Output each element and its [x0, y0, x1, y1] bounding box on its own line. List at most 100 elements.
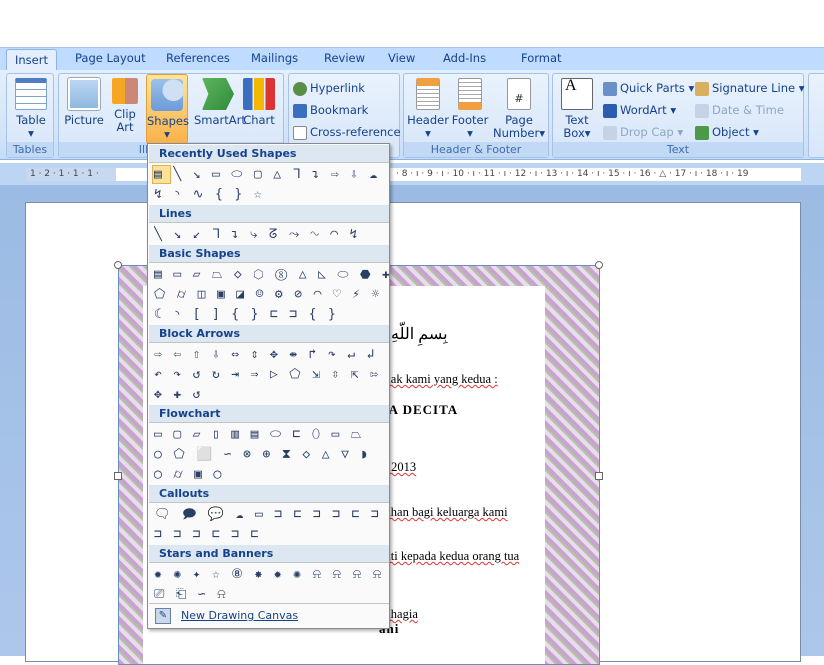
shape-row-icons[interactable]: ⇨⇦⇧⇩⇔⇕✥⇼↱↷↵↲: [154, 345, 389, 364]
quick-parts-button[interactable]: Quick Parts ▾: [603, 81, 694, 96]
bookmark-label: Bookmark: [310, 103, 369, 117]
footer-button[interactable]: Footer ▾: [450, 78, 490, 140]
tab-review[interactable]: Review: [324, 51, 365, 65]
smartart-icon: [202, 78, 234, 110]
tab-add-ins[interactable]: Add-Ins: [443, 51, 486, 65]
object-label: Object: [712, 125, 750, 139]
picture-label: Picture: [64, 113, 104, 127]
picture-button[interactable]: Picture: [63, 77, 105, 127]
date-time-label: Date & Time: [712, 103, 784, 117]
new-drawing-canvas-item[interactable]: ✎ New Drawing Canvas: [149, 603, 389, 627]
wordart-label: WordArt: [620, 103, 667, 117]
section-header: Recently Used Shapes: [149, 145, 389, 163]
hyperlink-button[interactable]: Hyperlink: [293, 81, 365, 96]
picture-icon: [67, 77, 101, 111]
header-label: Header: [407, 113, 449, 127]
text-box-button[interactable]: A Text Box▾: [557, 78, 597, 140]
shape-row-icons[interactable]: ▭▢▱▯▥▤⬭⊏⬯▭⏢: [154, 425, 389, 444]
ribbon: Table ▾ Tables Picture Clip Art SmartArt C…: [0, 70, 824, 160]
cross-reference-button[interactable]: Cross-reference: [293, 125, 401, 140]
shape-row-icons[interactable]: ▤╲↘▭⬭▢△⅂↴⇨⇩☁: [154, 165, 389, 184]
signature-line-button[interactable]: Signature Line ▾: [695, 81, 805, 96]
doc-name-line: LA DECITA: [379, 402, 459, 417]
ruler-left-ticks: 1 · 2 · 1 · 1 · 1 ·: [30, 169, 99, 179]
tab-page-layout[interactable]: Page Layout: [75, 51, 146, 65]
shape-row-icons[interactable]: ⎚⎗∽⍾: [154, 585, 389, 604]
drawing-canvas-icon: ✎: [155, 608, 171, 624]
header-button[interactable]: Header ▾: [407, 78, 449, 140]
shape-row-icons[interactable]: ⊐⊐⊐⊏⊐⊏: [154, 525, 389, 544]
table-button[interactable]: Table ▾: [13, 78, 49, 140]
quick-parts-label: Quick Parts: [620, 81, 685, 95]
shape-row-icons[interactable]: ↯◝∿{}☆: [154, 185, 389, 204]
footer-label: Footer: [451, 113, 489, 127]
group-text: A Text Box▾ Quick Parts ▾ WordArt ▾ Drop …: [552, 73, 805, 158]
smartart-label: SmartArt: [194, 113, 246, 127]
drop-cap-button[interactable]: Drop Cap ▾: [603, 125, 683, 140]
signature-line-icon: [695, 81, 709, 96]
section-header: Flowchart: [149, 405, 389, 423]
tab-mailings[interactable]: Mailings: [251, 51, 298, 65]
shape-row-icons[interactable]: 🗨🗩💬☁▭⊐⊏⊐⊐⊏⊐⊟: [154, 505, 389, 524]
text-box-label-2: Box: [563, 126, 585, 140]
quick-parts-icon: [603, 81, 617, 96]
resize-handle[interactable]: [114, 261, 122, 269]
section-header: Stars and Banners: [149, 545, 389, 563]
hyperlink-label: Hyperlink: [310, 81, 365, 95]
drop-cap-icon: [603, 125, 617, 140]
clip-art-label-2: Art: [116, 120, 134, 134]
doc-line: kahan bagi keluarga kami: [379, 505, 508, 519]
tab-references[interactable]: References: [166, 51, 230, 65]
shapes-icon: [151, 79, 183, 111]
hyperlink-icon: [293, 81, 307, 96]
date-time-button[interactable]: Date & Time: [695, 103, 784, 118]
new-drawing-canvas-label: New Drawing Canvas: [181, 609, 299, 622]
ribbon-tabs: Insert Page Layout References Mailings R…: [0, 47, 824, 72]
section-header: Block Arrows: [149, 325, 389, 343]
drop-cap-label: Drop Cap: [620, 125, 674, 139]
wordart-button[interactable]: WordArt ▾: [603, 103, 676, 118]
shape-row-icons[interactable]: ╲↘↙⅂↴⤷ᘔ⤳∿◠↯: [154, 225, 389, 244]
table-label: Table: [16, 113, 46, 127]
shape-row-icons[interactable]: ◯⌭▣◯: [154, 465, 389, 484]
cross-reference-icon: [293, 125, 307, 140]
shape-row-icons[interactable]: ▤▭▱⏢◇⬡⑧△◺⬭⬣✚: [154, 265, 389, 284]
doc-line: anak kami yang kedua :: [379, 372, 498, 386]
cross-reference-label: Cross-reference: [310, 125, 401, 139]
calendar-icon: [695, 103, 709, 118]
page-number-button[interactable]: # Page Number▾: [492, 78, 546, 140]
resize-handle[interactable]: [114, 472, 122, 480]
text-box-label: Text: [565, 113, 589, 127]
group-tables: Table ▾ Tables: [6, 73, 54, 158]
tab-insert[interactable]: Insert: [6, 49, 57, 72]
resize-handle[interactable]: [595, 472, 603, 480]
shape-row-icons[interactable]: ⬠⌭◫▣◪☺⚙⊘◠♡⚡☼: [154, 285, 389, 304]
clip-art-label: Clip: [114, 107, 136, 121]
group-symbols: [808, 73, 824, 158]
bookmark-button[interactable]: Bookmark: [293, 103, 368, 118]
horizontal-ruler[interactable]: 1 · 2 · 1 · 1 · 1 · · 8 · ı · 9 · ı · 10…: [0, 163, 824, 185]
group-label-tables: Tables: [7, 142, 53, 157]
tab-format[interactable]: Format: [521, 51, 562, 65]
header-icon: [416, 78, 440, 110]
resize-handle[interactable]: [595, 261, 603, 269]
shape-row-icons[interactable]: ✹✺✦☆⑧✸✹✺⍾⍾⍾⍾: [154, 565, 389, 584]
shape-row-icons[interactable]: ○⬠⬜∽⊗⊕⧗◇△▽◗: [154, 445, 389, 464]
shape-row-icons[interactable]: ↶↷↺↻⇥⇒▷⬠⇲⇳⇱⇰: [154, 365, 389, 384]
section-header: Lines: [149, 205, 389, 223]
text-box-icon: A: [561, 78, 593, 110]
chart-button[interactable]: Chart: [241, 78, 277, 127]
tab-view[interactable]: View: [388, 51, 415, 65]
ruler-bar: 1 · 2 · 1 · 1 · 1 · · 8 · ı · 9 · ı · 10…: [26, 168, 801, 181]
smartart-button[interactable]: SmartArt: [194, 78, 246, 127]
shapes-button[interactable]: Shapes ▾: [146, 74, 189, 144]
clip-art-button[interactable]: Clip Art: [109, 78, 141, 134]
shape-row-icons[interactable]: ✥✚↺: [154, 385, 389, 404]
table-icon: [15, 78, 47, 110]
ruler-right-ticks: · 8 · ı · 9 · ı · 10 · ı · 11 · ı · 12 ·…: [396, 169, 749, 179]
shape-row-icons[interactable]: ☾◝[]{}⊏⊐{}: [154, 305, 389, 324]
page-number-icon: #: [507, 78, 531, 110]
group-header-footer: Header ▾ Footer ▾ # Page Number▾ Header & F…: [403, 73, 549, 158]
section-header: Basic Shapes: [149, 245, 389, 263]
object-button[interactable]: Object ▾: [695, 125, 759, 140]
